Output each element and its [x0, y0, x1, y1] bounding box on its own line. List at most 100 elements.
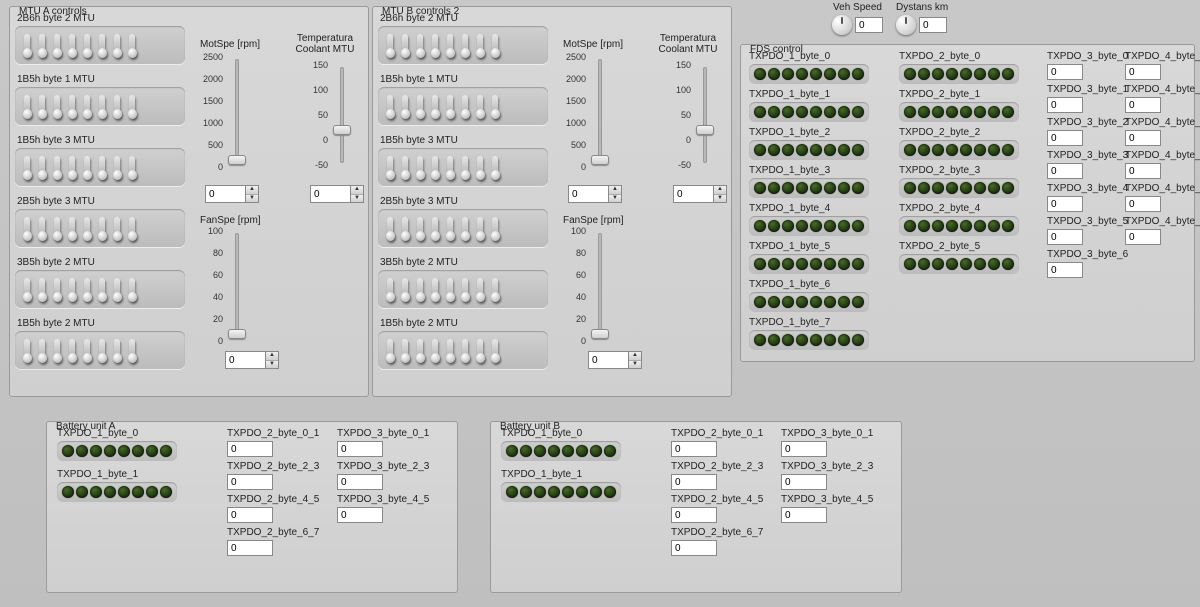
- mtu-a-sw1-sw-5[interactable]: [95, 92, 109, 120]
- fds-col4-4-input[interactable]: [1125, 196, 1161, 212]
- mtu-a-sw2-sw-6[interactable]: [110, 153, 124, 181]
- mtu-a-sw3-sw-6[interactable]: [110, 214, 124, 242]
- mtu-b-motspe-thumb[interactable]: [591, 155, 609, 165]
- mtu-b-sw5-sw-6[interactable]: [473, 336, 487, 364]
- bat-a-col3-2-input[interactable]: [337, 507, 383, 523]
- mtu-b-sw5-sw-0[interactable]: [383, 336, 397, 364]
- mtu-b-temp-thumb[interactable]: [696, 125, 714, 135]
- mtu-b-sw0-sw-4[interactable]: [443, 31, 457, 59]
- bat-b-col3-0-input[interactable]: [781, 441, 827, 457]
- mtu-a-sw4-sw-4[interactable]: [80, 275, 94, 303]
- mtu-a-sw3-sw-3[interactable]: [65, 214, 79, 242]
- mtu-b-sw5-sw-1[interactable]: [398, 336, 412, 364]
- mtu-b-sw4-sw-4[interactable]: [443, 275, 457, 303]
- mtu-a-sw5-sw-2[interactable]: [50, 336, 64, 364]
- veh-speed-value[interactable]: [855, 17, 883, 33]
- mtu-b-sw3-sw-7[interactable]: [488, 214, 502, 242]
- mtu-b-sw5-sw-2[interactable]: [413, 336, 427, 364]
- mtu-b-fanspe-track[interactable]: [598, 233, 602, 339]
- mtu-a-sw5-sw-0[interactable]: [20, 336, 34, 364]
- dystans-value[interactable]: [919, 17, 947, 33]
- mtu-b-sw0-sw-6[interactable]: [473, 31, 487, 59]
- mtu-b-sw4-sw-7[interactable]: [488, 275, 502, 303]
- mtu-b-sw4-sw-3[interactable]: [428, 275, 442, 303]
- mtu-a-sw4-sw-2[interactable]: [50, 275, 64, 303]
- mtu-b-sw3-sw-2[interactable]: [413, 214, 427, 242]
- mtu-a-sw3-sw-4[interactable]: [80, 214, 94, 242]
- mtu-b-sw1-sw-2[interactable]: [413, 92, 427, 120]
- mtu-a-sw0-sw-7[interactable]: [125, 31, 139, 59]
- mtu-a-fanspe-num-down[interactable]: ▼: [266, 361, 278, 369]
- mtu-a-sw3-sw-0[interactable]: [20, 214, 34, 242]
- mtu-a-sw0-sw-5[interactable]: [95, 31, 109, 59]
- fds-col4-2-input[interactable]: [1125, 130, 1161, 146]
- mtu-b-motspe-num-up[interactable]: ▲: [609, 186, 621, 195]
- mtu-b-motspe-num-input[interactable]: [568, 185, 608, 203]
- mtu-a-sw4-sw-7[interactable]: [125, 275, 139, 303]
- mtu-a-sw2-sw-0[interactable]: [20, 153, 34, 181]
- mtu-a-motspe-track[interactable]: [235, 59, 239, 165]
- mtu-b-sw2-sw-4[interactable]: [443, 153, 457, 181]
- bat-b-col2-1-input[interactable]: [671, 474, 717, 490]
- veh-speed-knob[interactable]: [832, 15, 852, 35]
- fds-col3-4-input[interactable]: [1047, 196, 1083, 212]
- bat-a-col2-3-input[interactable]: [227, 540, 273, 556]
- bat-b-col3-2-input[interactable]: [781, 507, 827, 523]
- fds-col4-5-input[interactable]: [1125, 229, 1161, 245]
- mtu-a-sw0-sw-0[interactable]: [20, 31, 34, 59]
- mtu-b-sw2-sw-6[interactable]: [473, 153, 487, 181]
- mtu-b-fanspe-thumb[interactable]: [591, 329, 609, 339]
- mtu-a-sw2-sw-7[interactable]: [125, 153, 139, 181]
- mtu-b-sw4-sw-2[interactable]: [413, 275, 427, 303]
- mtu-a-sw0-sw-1[interactable]: [35, 31, 49, 59]
- mtu-b-sw1-sw-6[interactable]: [473, 92, 487, 120]
- fds-col4-3-input[interactable]: [1125, 163, 1161, 179]
- mtu-b-sw1-sw-3[interactable]: [428, 92, 442, 120]
- mtu-b-sw1-sw-7[interactable]: [488, 92, 502, 120]
- mtu-a-sw4-sw-1[interactable]: [35, 275, 49, 303]
- fds-col4-0-input[interactable]: [1125, 64, 1161, 80]
- mtu-b-sw5-sw-7[interactable]: [488, 336, 502, 364]
- bat-a-col2-0-input[interactable]: [227, 441, 273, 457]
- mtu-a-sw4-sw-3[interactable]: [65, 275, 79, 303]
- mtu-a-temp-track[interactable]: [340, 67, 344, 163]
- mtu-b-sw4-sw-0[interactable]: [383, 275, 397, 303]
- mtu-b-sw3-sw-1[interactable]: [398, 214, 412, 242]
- mtu-b-sw2-sw-7[interactable]: [488, 153, 502, 181]
- mtu-b-temp-track[interactable]: [703, 67, 707, 163]
- mtu-b-sw0-sw-7[interactable]: [488, 31, 502, 59]
- mtu-b-fanspe-num-down[interactable]: ▼: [629, 361, 641, 369]
- mtu-a-temp-num-input[interactable]: [310, 185, 350, 203]
- mtu-b-sw2-sw-2[interactable]: [413, 153, 427, 181]
- bat-b-col2-3-input[interactable]: [671, 540, 717, 556]
- mtu-b-sw0-sw-0[interactable]: [383, 31, 397, 59]
- mtu-b-sw0-sw-1[interactable]: [398, 31, 412, 59]
- mtu-a-fanspe-num-input[interactable]: [225, 351, 265, 369]
- mtu-a-sw0-sw-6[interactable]: [110, 31, 124, 59]
- mtu-b-sw0-sw-2[interactable]: [413, 31, 427, 59]
- bat-a-col2-1-input[interactable]: [227, 474, 273, 490]
- mtu-a-sw0-sw-4[interactable]: [80, 31, 94, 59]
- mtu-a-temp-num-down[interactable]: ▼: [351, 195, 363, 203]
- mtu-b-sw3-sw-3[interactable]: [428, 214, 442, 242]
- mtu-a-motspe-thumb[interactable]: [228, 155, 246, 165]
- mtu-b-sw2-sw-1[interactable]: [398, 153, 412, 181]
- mtu-a-sw5-sw-6[interactable]: [110, 336, 124, 364]
- mtu-b-sw1-sw-4[interactable]: [443, 92, 457, 120]
- mtu-a-sw5-sw-1[interactable]: [35, 336, 49, 364]
- mtu-a-sw1-sw-2[interactable]: [50, 92, 64, 120]
- mtu-b-temp-num-up[interactable]: ▲: [714, 186, 726, 195]
- mtu-a-motspe-num-down[interactable]: ▼: [246, 195, 258, 203]
- mtu-b-sw2-sw-0[interactable]: [383, 153, 397, 181]
- mtu-a-sw2-sw-2[interactable]: [50, 153, 64, 181]
- bat-a-col2-2-input[interactable]: [227, 507, 273, 523]
- mtu-a-temp-num-up[interactable]: ▲: [351, 186, 363, 195]
- mtu-a-sw1-sw-1[interactable]: [35, 92, 49, 120]
- mtu-a-fanspe-thumb[interactable]: [228, 329, 246, 339]
- mtu-b-sw1-sw-1[interactable]: [398, 92, 412, 120]
- bat-b-col2-0-input[interactable]: [671, 441, 717, 457]
- mtu-a-sw3-sw-2[interactable]: [50, 214, 64, 242]
- mtu-b-fanspe-num-input[interactable]: [588, 351, 628, 369]
- mtu-a-sw5-sw-3[interactable]: [65, 336, 79, 364]
- bat-a-col3-0-input[interactable]: [337, 441, 383, 457]
